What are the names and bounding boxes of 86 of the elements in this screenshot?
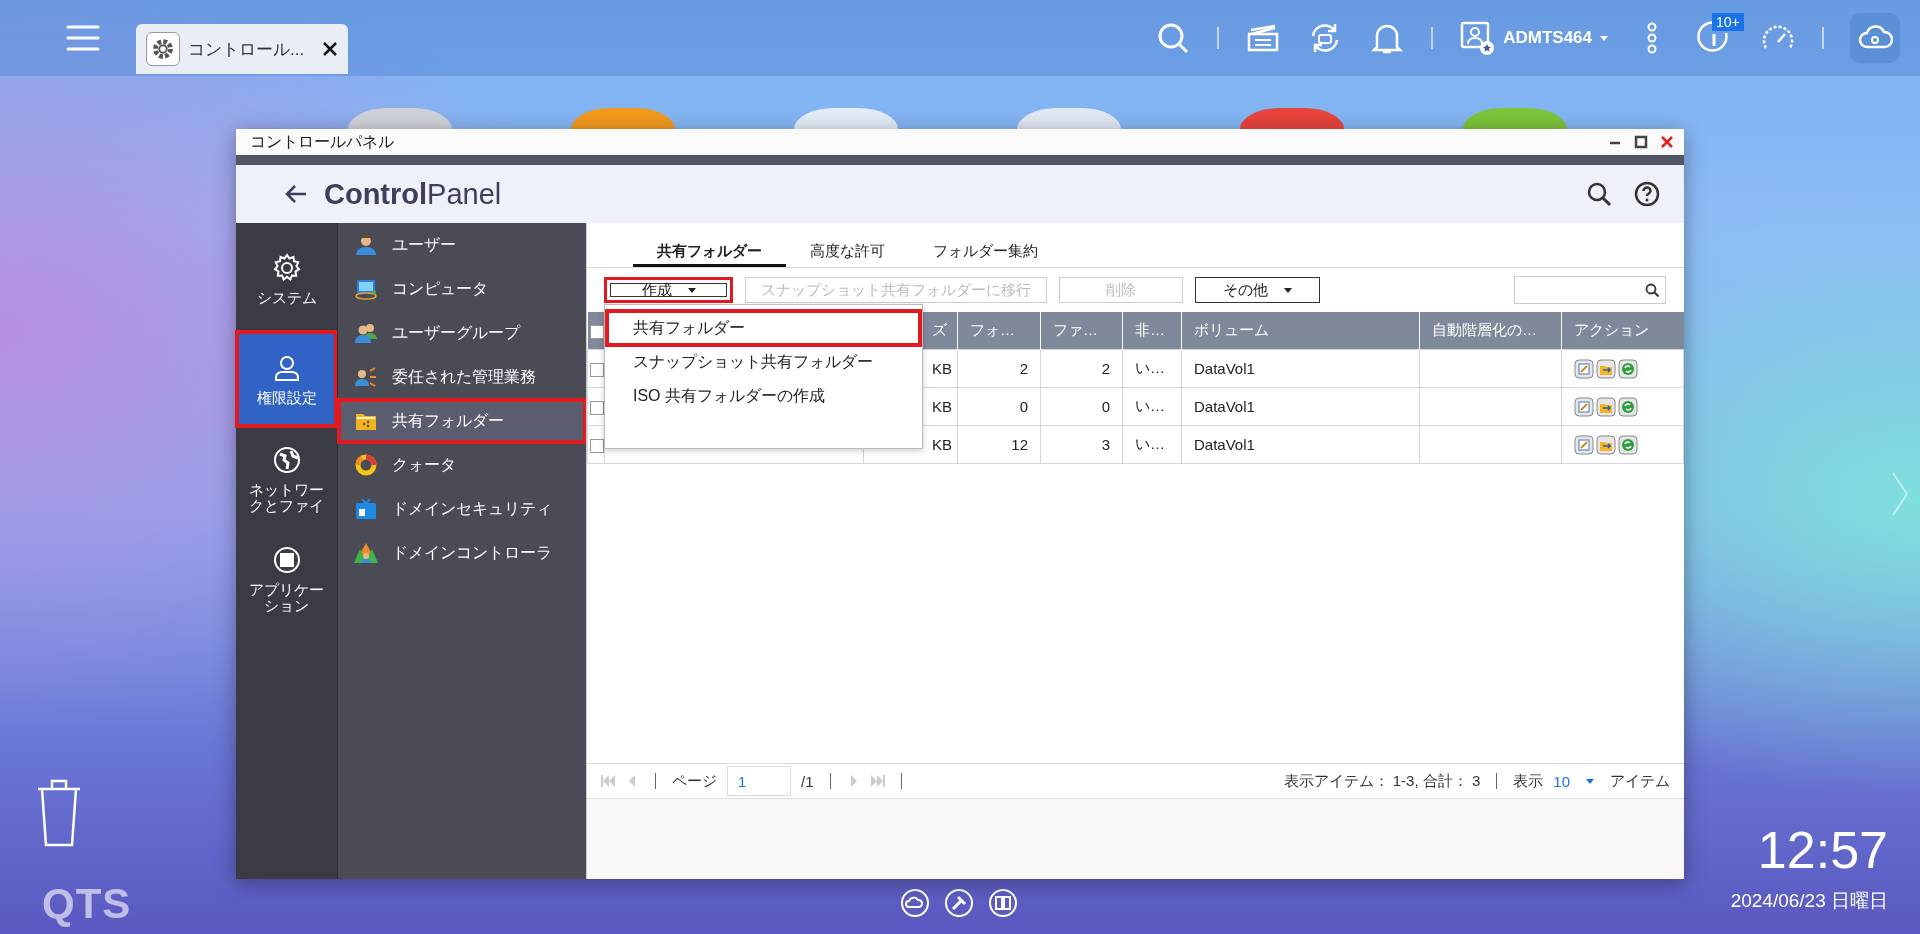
- row-checkbox[interactable]: [590, 439, 604, 453]
- search-icon[interactable]: [1586, 181, 1612, 207]
- toolbar-button[interactable]: その他: [1195, 277, 1320, 303]
- table-cell: DataVol1: [1194, 398, 1255, 415]
- window-title: コントロールパネル: [250, 131, 394, 152]
- table-cell: 12: [1011, 436, 1028, 453]
- caret-icon[interactable]: [1600, 35, 1608, 41]
- nav-item[interactable]: 権限設定: [236, 331, 337, 427]
- user-icon[interactable]: [1459, 20, 1496, 56]
- item-summary: 表示アイテム： 1-3, 合計： 3: [1283, 771, 1481, 791]
- table-cell: 0: [1101, 398, 1110, 415]
- row-checkbox[interactable]: [590, 401, 604, 415]
- column-header[interactable]: ズ: [932, 321, 947, 338]
- nav-item[interactable]: システム: [236, 231, 337, 327]
- nav-item[interactable]: ネットワークとファイ: [236, 431, 337, 527]
- select-all-checkbox[interactable]: [590, 325, 604, 339]
- notification-badge: 10+: [1712, 13, 1744, 31]
- tab[interactable]: 高度な許可: [786, 239, 909, 267]
- table-cell: い…: [1135, 435, 1165, 452]
- cloud-button[interactable]: [1850, 13, 1900, 63]
- subnav-item[interactable]: ドメインセキュリティ: [338, 487, 586, 531]
- pie-chart-icon: [354, 453, 378, 477]
- table-cell: 2: [1019, 360, 1028, 377]
- table-cell: 2: [1101, 360, 1110, 377]
- tab[interactable]: 共有フォルダー: [633, 239, 786, 267]
- table-cell: KB: [932, 398, 952, 415]
- edit-icon[interactable]: [1574, 396, 1594, 417]
- tab[interactable]: フォルダー集約: [909, 239, 1062, 267]
- id-card-icon: [354, 497, 378, 521]
- refresh-icon[interactable]: [1618, 434, 1638, 455]
- caret-icon[interactable]: [1586, 778, 1594, 784]
- row-checkbox[interactable]: [590, 363, 604, 377]
- page-total: /1: [801, 772, 814, 790]
- nav-item[interactable]: アプリケーション: [236, 531, 337, 627]
- table-cell: KB: [932, 436, 952, 453]
- subnav-item[interactable]: ユーザー: [338, 223, 586, 267]
- show-label: 表示: [1513, 771, 1544, 791]
- search-field[interactable]: [1514, 276, 1666, 304]
- menu-item[interactable]: 共有フォルダー: [607, 311, 920, 345]
- delegate-icon: [354, 365, 378, 389]
- menu-item[interactable]: ISO 共有フォルダーの作成: [607, 379, 920, 413]
- search-icon: [1645, 283, 1659, 297]
- table-cell: DataVol1: [1194, 436, 1255, 453]
- subnav-item[interactable]: ユーザーグループ: [338, 311, 586, 355]
- domain-controller-icon: [354, 541, 378, 565]
- menu-item[interactable]: スナップショット共有フォルダー: [607, 345, 920, 379]
- subnav-item[interactable]: コンピュータ: [338, 267, 586, 311]
- clock-date: 2024/06/23 日曜日: [1730, 889, 1888, 913]
- edit-icon[interactable]: [1574, 434, 1594, 455]
- close-icon[interactable]: [322, 41, 338, 57]
- page-label: ページ: [672, 771, 717, 791]
- column-header[interactable]: ボリューム: [1194, 321, 1269, 338]
- maximize-icon[interactable]: [1634, 135, 1648, 149]
- app-tab[interactable]: コントロール...: [136, 24, 348, 74]
- subnav-item[interactable]: クォータ: [338, 443, 586, 487]
- subnav-item[interactable]: 共有フォルダー: [338, 399, 586, 443]
- table-cell: KB: [932, 360, 952, 377]
- help-icon[interactable]: [1634, 181, 1660, 207]
- table-cell: 0: [1019, 398, 1028, 415]
- per-page-select[interactable]: 10: [1553, 772, 1570, 790]
- table-cell: い…: [1135, 397, 1165, 414]
- gear-icon: [146, 32, 180, 66]
- table-cell: 3: [1101, 436, 1110, 453]
- clock-time: 12:57: [1757, 820, 1888, 880]
- caret-icon: [687, 287, 696, 293]
- cloud-icon[interactable]: [900, 888, 930, 918]
- page-input[interactable]: 1: [727, 766, 791, 796]
- tab-title: コントロール...: [188, 38, 306, 61]
- user-icon: [354, 233, 378, 257]
- edit-icon[interactable]: [1574, 358, 1594, 379]
- items-label: アイテム: [1610, 771, 1670, 791]
- caret-icon: [1284, 287, 1292, 293]
- subnav-item[interactable]: ドメインコントローラ: [338, 531, 586, 575]
- computer-icon: [354, 277, 378, 301]
- menu-icon[interactable]: [66, 24, 100, 52]
- refresh-icon[interactable]: [1618, 358, 1638, 379]
- subnav-item[interactable]: 委任された管理業務: [338, 355, 586, 399]
- toolbar-button[interactable]: 作成: [604, 277, 733, 303]
- app-title: ControlPanel: [324, 177, 502, 211]
- user-group-icon: [354, 321, 378, 345]
- table-cell: い…: [1135, 359, 1165, 376]
- table-cell: DataVol1: [1194, 360, 1255, 377]
- refresh-icon[interactable]: [1618, 396, 1638, 417]
- book-icon[interactable]: [988, 888, 1018, 918]
- hammer-icon[interactable]: [944, 888, 974, 918]
- qts-logo: QTS: [42, 880, 132, 928]
